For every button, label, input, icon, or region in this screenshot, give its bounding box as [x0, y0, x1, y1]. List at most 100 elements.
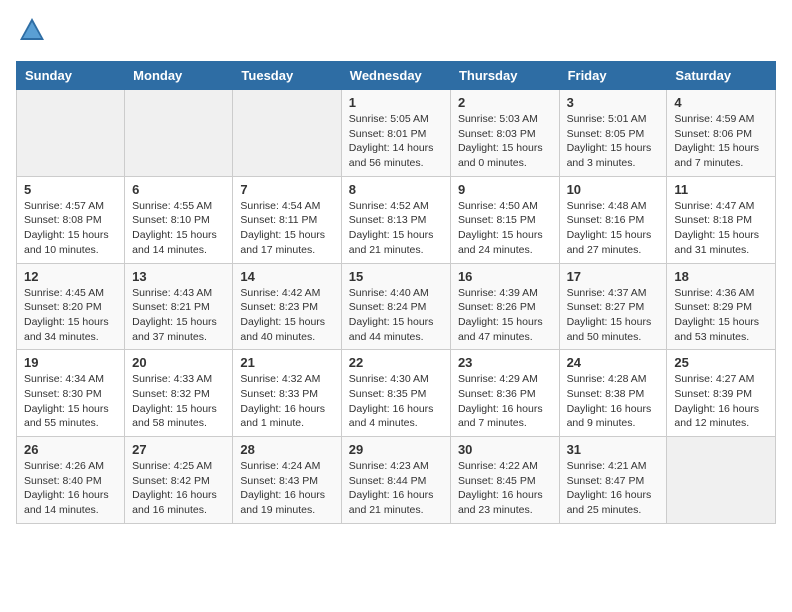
day-number: 16 [458, 269, 552, 284]
day-number: 21 [240, 355, 333, 370]
cell-content: Sunrise: 4:48 AM Sunset: 8:16 PM Dayligh… [567, 199, 660, 258]
cell-content: Sunrise: 4:45 AM Sunset: 8:20 PM Dayligh… [24, 286, 117, 345]
cell-content: Sunrise: 4:29 AM Sunset: 8:36 PM Dayligh… [458, 372, 552, 431]
calendar-cell: 2 Sunrise: 5:03 AM Sunset: 8:03 PM Daylig… [450, 90, 559, 177]
day-number: 10 [567, 182, 660, 197]
calendar-cell: 22 Sunrise: 4:30 AM Sunset: 8:35 PM Dayli… [341, 350, 450, 437]
cell-content: Sunrise: 4:55 AM Sunset: 8:10 PM Dayligh… [132, 199, 225, 258]
cell-content: Sunrise: 4:33 AM Sunset: 8:32 PM Dayligh… [132, 372, 225, 431]
calendar-cell: 12 Sunrise: 4:45 AM Sunset: 8:20 PM Dayli… [17, 263, 125, 350]
calendar-cell: 13 Sunrise: 4:43 AM Sunset: 8:21 PM Dayli… [125, 263, 233, 350]
cell-content: Sunrise: 4:54 AM Sunset: 8:11 PM Dayligh… [240, 199, 333, 258]
cell-content: Sunrise: 4:37 AM Sunset: 8:27 PM Dayligh… [567, 286, 660, 345]
cell-content: Sunrise: 4:21 AM Sunset: 8:47 PM Dayligh… [567, 459, 660, 518]
day-number: 12 [24, 269, 117, 284]
cell-content: Sunrise: 4:25 AM Sunset: 8:42 PM Dayligh… [132, 459, 225, 518]
cell-content: Sunrise: 4:24 AM Sunset: 8:43 PM Dayligh… [240, 459, 333, 518]
col-header-wednesday: Wednesday [341, 62, 450, 90]
day-number: 24 [567, 355, 660, 370]
day-number: 8 [349, 182, 443, 197]
cell-content: Sunrise: 4:59 AM Sunset: 8:06 PM Dayligh… [674, 112, 768, 171]
day-number: 17 [567, 269, 660, 284]
day-number: 30 [458, 442, 552, 457]
calendar-cell: 1 Sunrise: 5:05 AM Sunset: 8:01 PM Daylig… [341, 90, 450, 177]
calendar-cell [125, 90, 233, 177]
calendar-cell: 26 Sunrise: 4:26 AM Sunset: 8:40 PM Dayli… [17, 437, 125, 524]
day-number: 27 [132, 442, 225, 457]
cell-content: Sunrise: 4:50 AM Sunset: 8:15 PM Dayligh… [458, 199, 552, 258]
day-number: 23 [458, 355, 552, 370]
cell-content: Sunrise: 4:40 AM Sunset: 8:24 PM Dayligh… [349, 286, 443, 345]
cell-content: Sunrise: 5:03 AM Sunset: 8:03 PM Dayligh… [458, 112, 552, 171]
calendar-cell: 24 Sunrise: 4:28 AM Sunset: 8:38 PM Dayli… [559, 350, 667, 437]
day-number: 31 [567, 442, 660, 457]
day-number: 26 [24, 442, 117, 457]
day-number: 18 [674, 269, 768, 284]
calendar-cell: 23 Sunrise: 4:29 AM Sunset: 8:36 PM Dayli… [450, 350, 559, 437]
cell-content: Sunrise: 4:39 AM Sunset: 8:26 PM Dayligh… [458, 286, 552, 345]
col-header-tuesday: Tuesday [233, 62, 341, 90]
day-number: 11 [674, 182, 768, 197]
cell-content: Sunrise: 4:30 AM Sunset: 8:35 PM Dayligh… [349, 372, 443, 431]
cell-content: Sunrise: 4:32 AM Sunset: 8:33 PM Dayligh… [240, 372, 333, 431]
col-header-thursday: Thursday [450, 62, 559, 90]
cell-content: Sunrise: 4:34 AM Sunset: 8:30 PM Dayligh… [24, 372, 117, 431]
day-number: 22 [349, 355, 443, 370]
calendar-header: SundayMondayTuesdayWednesdayThursdayFrid… [17, 62, 776, 90]
calendar-cell: 5 Sunrise: 4:57 AM Sunset: 8:08 PM Daylig… [17, 176, 125, 263]
calendar-cell: 4 Sunrise: 4:59 AM Sunset: 8:06 PM Daylig… [667, 90, 776, 177]
day-number: 15 [349, 269, 443, 284]
col-header-saturday: Saturday [667, 62, 776, 90]
day-number: 5 [24, 182, 117, 197]
day-number: 20 [132, 355, 225, 370]
calendar-cell: 10 Sunrise: 4:48 AM Sunset: 8:16 PM Dayli… [559, 176, 667, 263]
calendar-week-4: 19 Sunrise: 4:34 AM Sunset: 8:30 PM Dayli… [17, 350, 776, 437]
cell-content: Sunrise: 4:36 AM Sunset: 8:29 PM Dayligh… [674, 286, 768, 345]
logo-icon [18, 16, 46, 44]
calendar-cell: 20 Sunrise: 4:33 AM Sunset: 8:32 PM Dayli… [125, 350, 233, 437]
calendar-cell: 14Sunrise: 4:42 AM Sunset: 8:23 PM Dayli… [233, 263, 341, 350]
cell-content: Sunrise: 4:26 AM Sunset: 8:40 PM Dayligh… [24, 459, 117, 518]
calendar-week-2: 5 Sunrise: 4:57 AM Sunset: 8:08 PM Daylig… [17, 176, 776, 263]
day-number: 19 [24, 355, 117, 370]
cell-content: Sunrise: 4:22 AM Sunset: 8:45 PM Dayligh… [458, 459, 552, 518]
day-number: 13 [132, 269, 225, 284]
col-header-friday: Friday [559, 62, 667, 90]
header [16, 16, 776, 49]
calendar-cell: 9 Sunrise: 4:50 AM Sunset: 8:15 PM Daylig… [450, 176, 559, 263]
calendar-cell: 25 Sunrise: 4:27 AM Sunset: 8:39 PM Dayli… [667, 350, 776, 437]
calendar-week-5: 26 Sunrise: 4:26 AM Sunset: 8:40 PM Dayli… [17, 437, 776, 524]
cell-content: Sunrise: 4:43 AM Sunset: 8:21 PM Dayligh… [132, 286, 225, 345]
calendar-cell [667, 437, 776, 524]
col-header-sunday: Sunday [17, 62, 125, 90]
day-number: 28 [240, 442, 333, 457]
cell-content: Sunrise: 4:47 AM Sunset: 8:18 PM Dayligh… [674, 199, 768, 258]
cell-content: Sunrise: 4:42 AM Sunset: 8:23 PM Dayligh… [240, 286, 333, 345]
day-number: 7 [240, 182, 333, 197]
col-header-monday: Monday [125, 62, 233, 90]
cell-content: Sunrise: 4:28 AM Sunset: 8:38 PM Dayligh… [567, 372, 660, 431]
calendar-cell: 27 Sunrise: 4:25 AM Sunset: 8:42 PM Dayli… [125, 437, 233, 524]
logo [16, 16, 46, 49]
calendar-table: SundayMondayTuesdayWednesdayThursdayFrid… [16, 61, 776, 524]
day-number: 2 [458, 95, 552, 110]
cell-content: Sunrise: 4:57 AM Sunset: 8:08 PM Dayligh… [24, 199, 117, 258]
calendar-cell: 19 Sunrise: 4:34 AM Sunset: 8:30 PM Dayli… [17, 350, 125, 437]
day-number: 1 [349, 95, 443, 110]
calendar-cell: 6Sunrise: 4:55 AM Sunset: 8:10 PM Daylig… [125, 176, 233, 263]
calendar-week-3: 12 Sunrise: 4:45 AM Sunset: 8:20 PM Dayli… [17, 263, 776, 350]
cell-content: Sunrise: 5:01 AM Sunset: 8:05 PM Dayligh… [567, 112, 660, 171]
cell-content: Sunrise: 5:05 AM Sunset: 8:01 PM Dayligh… [349, 112, 443, 171]
day-number: 29 [349, 442, 443, 457]
day-number: 4 [674, 95, 768, 110]
calendar-cell: 31 Sunrise: 4:21 AM Sunset: 8:47 PM Dayli… [559, 437, 667, 524]
calendar-cell: 16 Sunrise: 4:39 AM Sunset: 8:26 PM Dayli… [450, 263, 559, 350]
cell-content: Sunrise: 4:52 AM Sunset: 8:13 PM Dayligh… [349, 199, 443, 258]
cell-content: Sunrise: 4:27 AM Sunset: 8:39 PM Dayligh… [674, 372, 768, 431]
calendar-cell: 21 Sunrise: 4:32 AM Sunset: 8:33 PM Dayli… [233, 350, 341, 437]
day-number: 9 [458, 182, 552, 197]
calendar-cell: 15 Sunrise: 4:40 AM Sunset: 8:24 PM Dayli… [341, 263, 450, 350]
day-number: 25 [674, 355, 768, 370]
calendar-cell: 29Sunrise: 4:23 AM Sunset: 8:44 PM Dayli… [341, 437, 450, 524]
day-number: 3 [567, 95, 660, 110]
